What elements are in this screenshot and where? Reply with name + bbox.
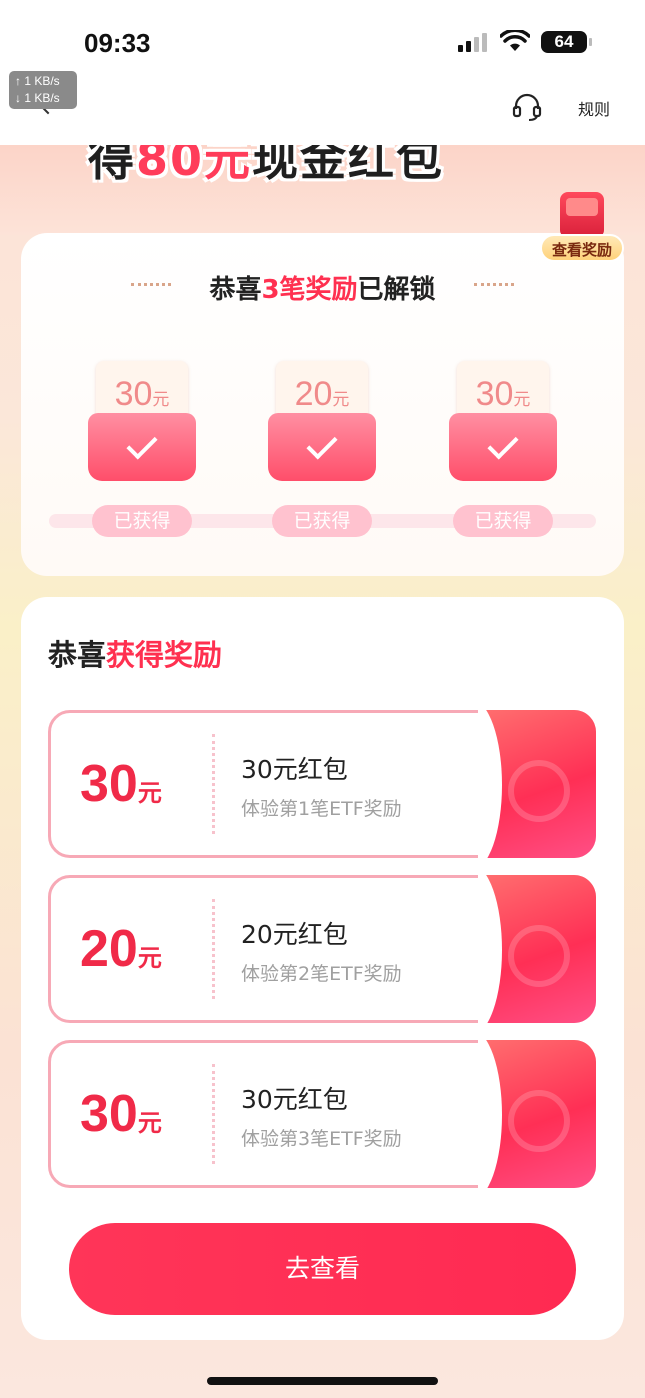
coupon-desc: 体验第3笔ETF奖励 [241, 1128, 402, 1150]
hero-title-amount: 80元 [136, 145, 253, 186]
customer-service-headset-icon[interactable] [512, 93, 542, 121]
wifi-icon [500, 30, 530, 51]
unlocked-title-suffix: 已解锁 [357, 275, 436, 305]
coupon-desc: 体验第1笔ETF奖励 [241, 798, 402, 820]
view-reward-button[interactable]: 查看奖励 [538, 192, 626, 270]
red-envelope-gift-icon [560, 192, 604, 238]
coupon-stub [478, 710, 596, 858]
unlocked-title-highlight: 3笔奖励 [261, 275, 358, 305]
red-envelope-3: 30元 [449, 361, 557, 481]
hero-title: 得80元现金红包 [88, 145, 444, 189]
reward-coupon-1[interactable]: 30元 30元红包 体验第1笔ETF奖励 [48, 710, 596, 858]
hero-title-suffix: 现金红包 [252, 145, 445, 186]
status-badge: 已获得 [92, 505, 192, 537]
red-envelope-1: 30元 [88, 361, 196, 481]
unlocked-title: 恭喜3笔奖励已解锁 [21, 269, 624, 306]
coupon-divider [212, 899, 215, 999]
envelope-amount: 20元 [294, 375, 350, 413]
coupon-divider [212, 1064, 215, 1164]
cellular-signal-icon [458, 33, 487, 52]
status-time: 09:33 [84, 28, 151, 58]
coupon-stub [478, 1040, 596, 1188]
coupon-name: 30元红包 [241, 755, 348, 784]
rules-link[interactable]: 规则 [578, 96, 610, 120]
coupon-name: 20元红包 [241, 920, 348, 949]
go-view-button[interactable]: 去查看 [69, 1223, 576, 1315]
home-indicator[interactable] [207, 1377, 438, 1385]
red-envelope-2: 20元 [268, 361, 376, 481]
rewards-title-prefix: 恭喜 [48, 638, 107, 672]
coupon-divider [212, 734, 215, 834]
coupon-desc: 体验第2笔ETF奖励 [241, 963, 402, 985]
envelope-amount: 30元 [475, 375, 531, 413]
coupon-stub [478, 875, 596, 1023]
net-speed-overlay: ↑ 1 KB/s ↓ 1 KB/s [9, 71, 77, 109]
envelope-amount: 30元 [114, 375, 170, 413]
rewards-title-highlight: 获得奖励 [106, 638, 223, 672]
view-reward-label: 查看奖励 [540, 234, 624, 262]
hero-title-prefix: 得 [88, 145, 136, 186]
battery-indicator: 64 [541, 31, 592, 53]
top-bar: 09:33 64 ↑ 1 KB/s ↓ 1 KB/s 规则 [0, 0, 645, 145]
coupon-value: 20元 [80, 920, 162, 978]
net-speed-up: ↑ 1 KB/s [15, 74, 60, 88]
status-badge: 已获得 [272, 505, 372, 537]
reward-coupon-3[interactable]: 30元 30元红包 体验第3笔ETF奖励 [48, 1040, 596, 1188]
status-badge: 已获得 [453, 505, 553, 537]
rewards-title: 恭喜获得奖励 [48, 632, 222, 674]
coupon-value: 30元 [80, 1085, 162, 1143]
coupon-name: 30元红包 [241, 1085, 348, 1114]
rewards-card: 恭喜获得奖励 30元 30元红包 体验第1笔ETF奖励 20元 20元红包 体验… [21, 597, 624, 1340]
coupon-value: 30元 [80, 755, 162, 813]
reward-coupon-2[interactable]: 20元 20元红包 体验第2笔ETF奖励 [48, 875, 596, 1023]
unlocked-rewards-card: 恭喜3笔奖励已解锁 30元 20元 30元 已获得 已获得 已获得 [21, 233, 624, 576]
net-speed-down: ↓ 1 KB/s [15, 91, 60, 105]
unlocked-title-prefix: 恭喜 [209, 275, 262, 305]
